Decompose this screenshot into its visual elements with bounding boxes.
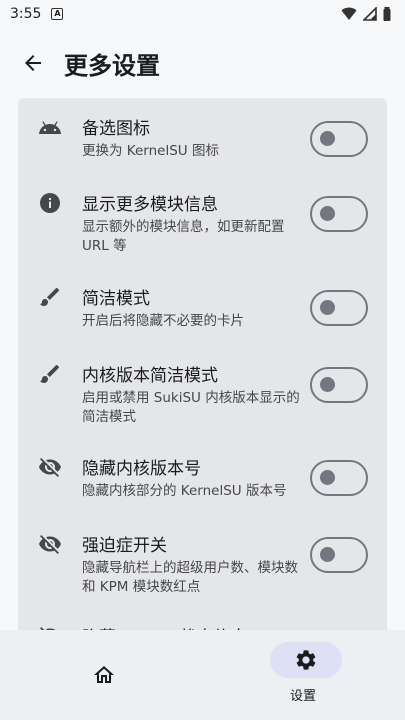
simple-mode-toggle[interactable]	[310, 290, 368, 326]
toggle-knob	[320, 547, 335, 562]
nav-label-settings: 设置	[289, 689, 316, 704]
setting-subtitle: 启用或禁用 SukiSU 内核版本显示的简洁模式	[82, 390, 300, 425]
nav-pill	[68, 657, 140, 693]
setting-simple-mode[interactable]: 简洁模式 开启后将隐藏不必要的卡片	[18, 284, 387, 334]
brush-icon	[38, 285, 62, 309]
setting-subtitle: 开启后将隐藏不必要的卡片	[82, 313, 244, 329]
toggle-knob	[320, 131, 335, 146]
setting-more-module-info[interactable]: 显示更多模块信息 显示额外的模块信息，如更新配置 URL 等	[18, 190, 387, 256]
back-button[interactable]	[18, 48, 48, 78]
page-title: 更多设置	[64, 51, 160, 80]
setting-alt-icon[interactable]: 备选图标 更换为 KernelSU 图标	[18, 114, 387, 174]
brush-icon	[38, 362, 62, 386]
more-module-info-toggle[interactable]	[310, 196, 368, 232]
arrow-back-icon	[25, 55, 41, 71]
wifi-icon	[341, 7, 357, 20]
setting-subtitle: 隐藏内核部分的 KernelSU 版本号	[82, 483, 287, 499]
nav-pill-active	[270, 642, 342, 678]
settings-card: 备选图标 更换为 KernelSU 图标 显示更多模块信息 显示额外的模块信息，…	[18, 98, 387, 658]
status-bar: 3:55 A	[0, 0, 405, 28]
bottom-navigation: 设置	[0, 630, 405, 720]
setting-ocd-switch[interactable]: 强迫症开关 隐藏导航栏上的超级用户数、模块数和 KPM 模块数红点	[18, 531, 387, 597]
kernel-version-simple-mode-toggle[interactable]	[310, 367, 368, 403]
signal-icon	[363, 7, 377, 21]
hide-kernel-version-toggle[interactable]	[310, 460, 368, 496]
home-icon	[94, 666, 114, 683]
setting-title: 内核版本简洁模式	[82, 366, 218, 386]
setting-title: 隐藏内核版本号	[82, 459, 201, 479]
setting-title: 显示更多模块信息	[82, 195, 218, 215]
gear-icon	[296, 650, 316, 670]
android-icon	[38, 116, 62, 140]
info-icon	[38, 191, 62, 215]
status-time: 3:55	[10, 6, 42, 22]
toggle-knob	[320, 377, 335, 392]
nav-item-settings[interactable]: 设置	[202, 630, 404, 720]
setting-title: 备选图标	[82, 119, 150, 139]
alt-icon-toggle[interactable]	[310, 121, 368, 157]
nav-item-home[interactable]	[0, 630, 202, 720]
setting-subtitle: 显示额外的模块信息，如更新配置 URL 等	[82, 219, 285, 254]
setting-hide-kernel-version[interactable]: 隐藏内核版本号 隐藏内核部分的 KernelSU 版本号	[18, 454, 387, 504]
setting-kernel-version-simple-mode[interactable]: 内核版本简洁模式 启用或禁用 SukiSU 内核版本显示的简洁模式	[18, 361, 387, 427]
visibility-off-icon	[38, 532, 62, 556]
setting-title: 简洁模式	[82, 289, 150, 309]
toggle-knob	[320, 470, 335, 485]
toggle-knob	[320, 206, 335, 221]
battery-icon	[383, 7, 391, 21]
visibility-off-icon	[38, 455, 62, 479]
top-app-bar: 更多设置	[0, 28, 405, 98]
ocd-switch-toggle[interactable]	[310, 537, 368, 573]
setting-subtitle: 更换为 KernelSU 图标	[82, 143, 219, 159]
setting-title: 强迫症开关	[82, 536, 167, 556]
setting-subtitle: 隐藏导航栏上的超级用户数、模块数和 KPM 模块数红点	[82, 560, 298, 595]
app-notification-icon: A	[51, 8, 64, 20]
toggle-knob	[320, 300, 335, 315]
